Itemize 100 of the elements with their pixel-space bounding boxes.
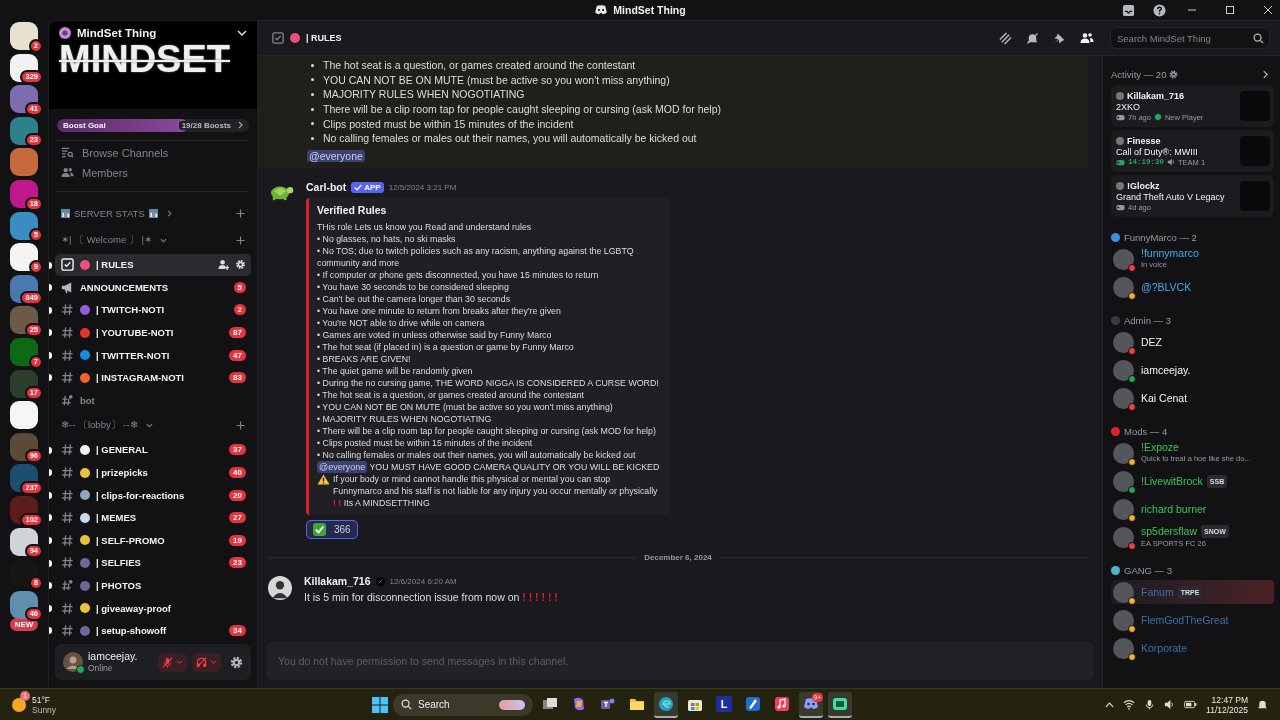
add-channel-button[interactable] (236, 236, 245, 245)
search-field[interactable]: Search MindSet Thing (1110, 27, 1270, 49)
speaker-icon (1167, 158, 1175, 166)
channel-item[interactable]: | giveaway-proof (55, 596, 251, 620)
embed-line: • BREAKS ARE GIVEN! (317, 352, 412, 365)
server-icon[interactable] (10, 211, 38, 240)
members-icon[interactable] (1080, 32, 1094, 44)
channel-item[interactable]: | setup-showoff 34 (55, 619, 251, 642)
caret-icon (210, 659, 217, 665)
channel-item[interactable]: | MEMES 27 (55, 506, 251, 530)
server-icon[interactable] (10, 306, 38, 335)
channel-item[interactable]: | TWITTER-NOTI 47 (55, 343, 251, 367)
channel-item[interactable]: | YOUTUBE-NOTI 87 (55, 321, 251, 344)
rules-checklist-icon (272, 32, 284, 44)
boost-goal-bar[interactable]: Boost Goal 19/28 Boosts (57, 119, 249, 132)
message-text: There will be a clip room tap for people caught sleeping or cursing (ask MOD for help) (323, 103, 722, 116)
taskbar-app-icon[interactable] (654, 691, 678, 718)
chevron-icon (237, 30, 247, 36)
member-item[interactable]: iamceejay. (1111, 358, 1274, 382)
user-avatar[interactable] (268, 575, 292, 600)
settings-icon[interactable] (1169, 69, 1179, 79)
volume-icon[interactable] (1164, 699, 1176, 710)
headphones-icon (196, 656, 207, 668)
channel-item[interactable]: | clips-for-reactions 20 (55, 483, 251, 507)
settings-icon[interactable] (230, 655, 243, 669)
mention-link[interactable]: @everyone (307, 149, 365, 162)
add-channel-button[interactable] (236, 209, 245, 218)
window-title: MindSet Thing (613, 4, 686, 16)
user-avatar[interactable] (63, 652, 83, 672)
mention-count-badge: 37 (229, 444, 246, 456)
channel-item[interactable]: ANNOUNCEMENTS 5 (55, 276, 251, 299)
clock[interactable]: 12:47 PM 11/12/2025 (1206, 694, 1248, 715)
members-button[interactable]: Members (49, 162, 257, 183)
channel-item[interactable]: | SELFIES 23 (55, 551, 251, 575)
server-icon[interactable] (10, 527, 38, 556)
member-item[interactable]: Korporate (1111, 636, 1274, 660)
mention-count-badge: 2 (233, 304, 246, 316)
channel-item[interactable]: bot (55, 389, 251, 412)
caret-icon (176, 659, 183, 665)
emoji-icon (290, 33, 300, 43)
channel-item[interactable]: | SELF-PROMO 19 (55, 529, 251, 552)
battery-icon[interactable] (1184, 700, 1198, 709)
bell-muted-icon[interactable] (1026, 31, 1039, 45)
mention-link[interactable]: @everyone (317, 460, 368, 473)
chevron-icon[interactable] (1105, 701, 1115, 708)
category-header[interactable]: ❄-- 〔lobby〕 --❄ (49, 412, 257, 439)
channel-item[interactable]: | INSTAGRAM-NOTI 83 (55, 366, 251, 390)
start-button[interactable] (372, 696, 388, 713)
help-icon[interactable] (1153, 3, 1166, 17)
user-avatar (1116, 91, 1124, 100)
channel-item[interactable]: | prizepicks 40 (55, 461, 251, 484)
channel-item[interactable]: | GENERAL 37 (55, 438, 251, 462)
server-icon[interactable] (10, 432, 38, 461)
server-icon[interactable] (10, 495, 38, 524)
reaction-button[interactable]: 366 (306, 519, 358, 539)
server-icon[interactable] (10, 179, 38, 208)
server-menu-button[interactable]: MindSet Thing (59, 27, 247, 39)
notification-bell-icon[interactable] (1257, 699, 1268, 710)
server-icon[interactable] (10, 590, 38, 619)
pin-icon[interactable] (1053, 31, 1066, 45)
author-name[interactable]: Killakam_716 (304, 575, 371, 588)
member-item[interactable]: Kai Cenat (1111, 386, 1274, 410)
server-icon[interactable] (10, 559, 38, 588)
username: Killakam_716 (1127, 90, 1185, 101)
microphone-icon[interactable] (1144, 699, 1156, 710)
category-header[interactable]: ✶| 〔 Welcome 〕 |✶ (49, 227, 257, 254)
unread-indicator (49, 559, 52, 567)
member-name: !Expoze (1141, 442, 1179, 453)
author-name[interactable]: Carl-bot (306, 181, 347, 194)
category-header[interactable]: SERVER STATS (49, 200, 257, 227)
chevron-icon[interactable] (1263, 69, 1268, 79)
network-icon[interactable] (1123, 699, 1136, 710)
server-icon[interactable] (10, 401, 38, 430)
inbox-icon[interactable] (1122, 3, 1135, 17)
browse-channels-button[interactable]: Browse Channels (49, 142, 257, 163)
embed-line: • Can't be out the camera longer than 30 seconds (317, 292, 512, 305)
server-icon[interactable] (10, 243, 38, 272)
server-icon[interactable] (10, 85, 38, 114)
embed-title: Verified Rules (317, 203, 388, 216)
member-item[interactable]: @?BLVCK (1111, 275, 1274, 299)
add-channel-button[interactable] (236, 421, 245, 431)
member-item[interactable]: FlemGodTheGreat (1111, 608, 1274, 632)
member-item[interactable]: richard burner (1111, 497, 1274, 521)
threads-icon[interactable] (999, 31, 1012, 45)
channel-title: | RULES (306, 33, 342, 43)
deafen-button[interactable] (192, 652, 221, 672)
embed-line: • No TOS; due to twitch policies such as any racism, anything against the LGBTQ community and more (317, 244, 635, 269)
channel-item[interactable]: | TWITCH-NOTI 2 (55, 298, 251, 322)
member-item[interactable]: DEZ (1111, 330, 1274, 354)
server-icon[interactable] (10, 369, 38, 398)
server-icon[interactable] (10, 116, 38, 145)
taskbar-app-icon[interactable] (828, 691, 852, 718)
add-member-icon[interactable] (218, 259, 229, 271)
server-icon[interactable] (10, 22, 38, 50)
mute-microphone-button[interactable] (158, 652, 187, 672)
search-highlight-icon (499, 699, 525, 710)
list-search-icon (61, 147, 74, 159)
megaphone-icon (61, 280, 74, 294)
channel-item[interactable]: | PHOTOS (55, 574, 251, 597)
taskbar-search-field[interactable]: Search (393, 693, 533, 716)
